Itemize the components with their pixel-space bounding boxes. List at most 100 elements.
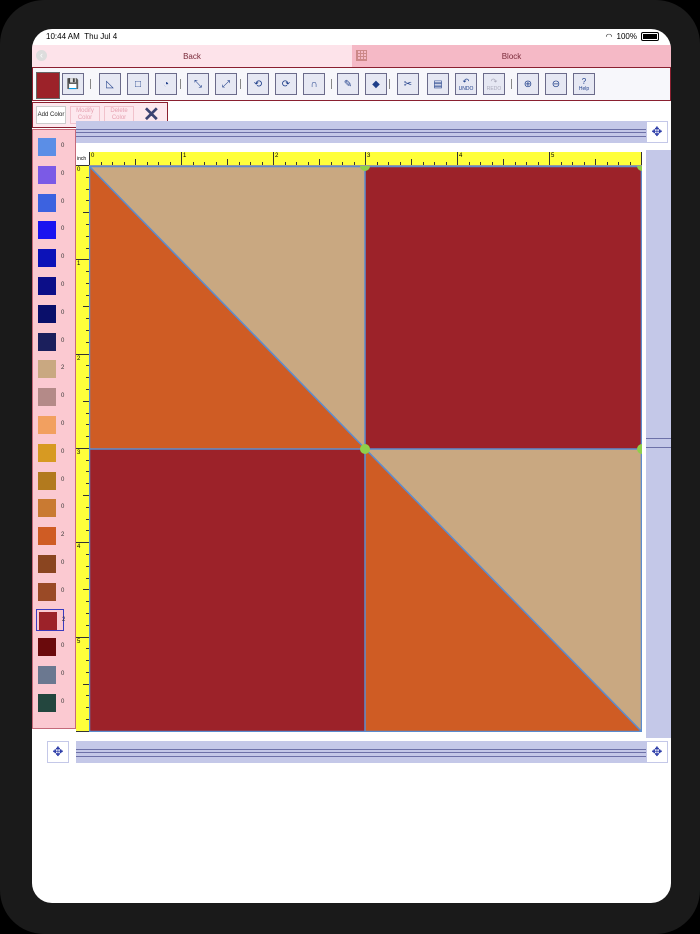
undo-label: UNDO [458,85,474,92]
palette-count: 0 [61,198,65,205]
move-icon-bottom-right[interactable]: ✥ [646,741,668,763]
palette-color-item[interactable]: 0 [36,136,64,158]
block-tab[interactable]: Block [352,45,671,68]
move-icon-top-right[interactable]: ✥ [646,121,668,143]
palette-swatch [38,416,56,434]
palette-swatch [38,638,56,657]
zoom-out-button[interactable]: ⊖ [545,73,567,95]
ruler-top-number: 0 [91,153,95,159]
palette-color-item[interactable]: 2 [36,358,64,380]
palette-color-item[interactable]: 0 [36,442,64,464]
palette-swatch [39,611,57,630]
scissors-button[interactable]: ✂ [397,73,419,95]
paste-button[interactable]: ▤ [427,73,449,95]
palette-count: 0 [61,226,65,233]
triangle-tool-icon: ◺ [106,78,114,90]
palette-color-item[interactable]: 0 [36,386,64,408]
zoom-in-icon: ⊕ [523,78,533,90]
device-frame: 10:44 AM Thu Jul 4 ◠ 100% ‹ Back Block 💾… [0,0,700,934]
help-button[interactable]: ? Help [573,73,595,95]
current-color-swatch[interactable] [36,72,60,99]
ruler-left-number: 4 [77,544,81,551]
palette-swatch [38,304,56,323]
paint-bucket-icon: ◆ [372,78,380,90]
block-design [88,161,647,733]
top-scroll-bar[interactable] [76,121,646,143]
help-icon: ? [581,76,587,86]
bottom-scroll-bar[interactable] [76,741,646,763]
ruler-top-number: 4 [459,153,463,159]
add-color-button[interactable]: Add Color [36,106,66,124]
palette-color-item[interactable]: 0 [36,497,64,519]
palette-color-item[interactable]: 2 [36,608,65,631]
palette-count: 0 [61,282,65,288]
palette-color-item[interactable]: 0 [36,692,64,714]
palette-swatch [38,388,56,407]
node-center[interactable] [360,444,370,454]
palette-color-item[interactable]: 0 [36,664,64,686]
patch-bottom-left-red[interactable] [89,449,365,732]
shrink-button[interactable]: ⤢ [215,73,237,95]
palette-count: 0 [61,476,65,483]
palette-color-item[interactable]: 0 [36,192,64,214]
palette-swatch [38,582,56,601]
move-icon-bottom-left[interactable]: ✥ [47,741,69,763]
palette-color-item[interactable]: 0 [36,331,64,353]
palette-swatch [38,499,56,518]
palette-count: 0 [61,671,65,678]
zoom-out-icon: ⊖ [551,78,561,90]
grid-icon [356,50,367,61]
save-button[interactable]: 💾 [62,73,84,95]
block-label: Block [501,51,522,61]
rotate-button[interactable]: ⟲ [247,73,269,95]
square-tool-button[interactable]: □ [127,73,149,95]
save-icon: 💾 [66,78,80,90]
resize-button[interactable]: ⤡ [187,73,209,95]
flip-button[interactable]: ⟳ [275,73,297,95]
triangle-tool-button[interactable]: ◺ [99,73,121,95]
curve-tool-button[interactable]: ◔ [155,73,177,95]
back-label: Back [183,51,201,61]
back-button[interactable]: ‹ Back [32,45,352,68]
palette-color-item[interactable]: 0 [36,470,64,492]
ruler-left-number: 1 [77,261,81,268]
eyedropper-icon: ✎ [343,78,353,90]
ruler-top-number: 2 [275,153,279,159]
eyedropper-button[interactable]: ✎ [337,73,359,95]
palette-color-item[interactable]: 0 [36,414,64,436]
paint-bucket-button[interactable]: ◆ [365,73,387,95]
palette-color-item[interactable]: 0 [36,247,64,269]
palette-count: 0 [61,421,65,427]
paste-icon: ▤ [433,78,443,90]
redo-label: REDO [486,85,502,92]
wifi-icon: ◠ [605,32,613,41]
palette-color-item[interactable]: 0 [36,303,64,325]
palette-swatch [38,555,56,573]
back-arrow-icon: ‹ [36,50,47,61]
palette-color-item[interactable]: 0 [36,636,64,658]
palette-swatch [38,165,56,184]
ruler-unit-label: inch [77,156,87,162]
palette-swatch [38,443,56,462]
palette-color-item[interactable]: 0 [36,581,64,603]
zoom-in-button[interactable]: ⊕ [517,73,539,95]
palette-count: 0 [61,699,65,705]
palette-color-item[interactable]: 0 [36,219,64,241]
palette-color-item[interactable]: 0 [36,164,64,186]
undo-button[interactable]: ↶ UNDO [455,73,477,95]
block-canvas[interactable] [88,161,647,733]
rotate-icon: ⟲ [253,78,263,90]
palette-color-item[interactable]: 0 [36,275,64,297]
ruler-top-number: 1 [183,153,187,159]
right-scroll-bar[interactable] [646,150,671,738]
help-label: Help [578,85,590,92]
battery-percent: 100% [616,32,637,41]
palette-color-item[interactable]: 0 [36,553,64,575]
palette-swatch [38,138,56,156]
magnet-button[interactable]: ∩ [303,73,325,95]
ruler-left-number: 5 [77,638,81,645]
redo-button[interactable]: ↷ REDO [483,73,505,95]
patch-top-right-red[interactable] [365,166,642,449]
palette-color-item[interactable]: 2 [36,525,64,547]
status-bar: 10:44 AM Thu Jul 4 ◠ 100% [32,29,671,45]
